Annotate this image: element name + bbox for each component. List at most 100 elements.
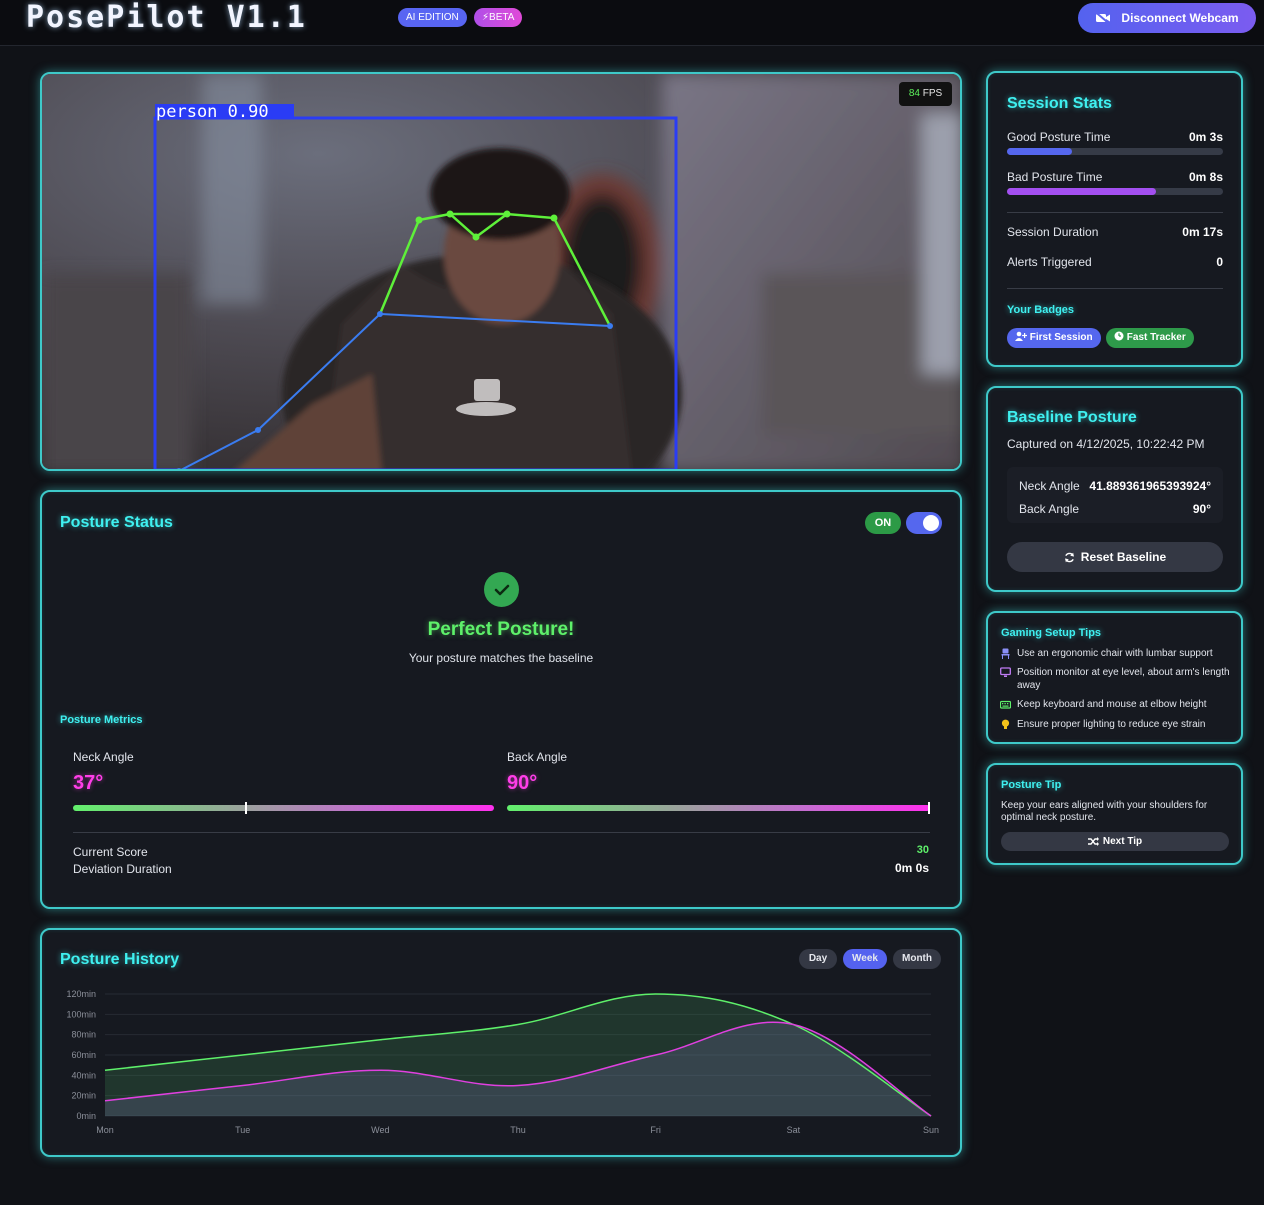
ai-edition-badge: AI EDITION	[398, 8, 467, 27]
gaming-setup-tips-panel: Gaming Setup Tips Use an ergonomic chair…	[986, 611, 1243, 744]
back-angle-bar	[507, 802, 930, 814]
x-tick-label: Mon	[96, 1125, 114, 1135]
lightbulb-icon	[1001, 719, 1010, 729]
range-month-button[interactable]: Month	[893, 949, 941, 969]
good-posture-row: Good Posture Time 0m 3s	[1007, 130, 1223, 144]
good-posture-bar	[1007, 148, 1223, 155]
detection-label: person 0.90	[156, 102, 269, 122]
keyboard-icon	[1000, 700, 1011, 709]
disconnect-webcam-button[interactable]: Disconnect Webcam	[1078, 3, 1256, 33]
neck-angle-value: 37°	[73, 772, 104, 794]
back-angle-marker	[928, 802, 930, 814]
tip-text: Position monitor at eye level, about arm…	[1017, 667, 1230, 691]
baseline-captured: Captured on 4/12/2025, 10:22:42 PM	[1007, 437, 1205, 451]
x-tick-label: Fri	[650, 1125, 661, 1135]
session-duration-label: Session Duration	[1007, 225, 1099, 239]
tips-title: Gaming Setup Tips	[1001, 627, 1102, 639]
alerts-value: 0	[1216, 255, 1223, 269]
bad-posture-value: 0m 8s	[1188, 170, 1223, 184]
stats-divider-1	[1007, 212, 1223, 213]
next-tip-label: Next Tip	[1102, 836, 1143, 847]
current-score-label: Current Score	[73, 845, 148, 859]
check-icon	[484, 572, 519, 607]
y-tick-label: 40min	[71, 1070, 96, 1080]
x-tick-label: Sun	[923, 1125, 939, 1135]
fps-unit: FPS	[922, 88, 943, 99]
baseline-neck-value: 41.889361965393924°	[1089, 479, 1211, 493]
baseline-posture-panel: Baseline Posture Captured on 4/12/2025, …	[986, 386, 1243, 592]
bad-posture-bar	[1007, 188, 1223, 195]
fps-value: 84	[908, 88, 920, 99]
posture-status-panel: Posture Status ON Perfect Posture! Your …	[40, 490, 962, 909]
badge-first-session-label: First Session	[1029, 332, 1093, 343]
range-week-button[interactable]: Week	[843, 949, 887, 969]
y-tick-label: 60min	[71, 1050, 96, 1060]
posture-tip-title: Posture Tip	[1001, 779, 1062, 791]
bad-posture-label: Bad Posture Time	[1007, 170, 1103, 184]
stopwatch-icon	[1114, 331, 1124, 341]
posture-history-panel: Posture History Day Week Month 0min 20min…	[40, 928, 962, 1157]
next-tip-button[interactable]: Next Tip	[1001, 832, 1229, 851]
good-posture-label: Good Posture Time	[1007, 130, 1111, 144]
y-tick-label: 0min	[76, 1111, 96, 1121]
posture-headline: Perfect Posture!	[427, 619, 575, 640]
user-plus-icon	[1015, 331, 1028, 341]
deviation-duration-label: Deviation Duration	[73, 862, 172, 876]
shuffle-icon	[1087, 837, 1099, 846]
y-tick-label: 20min	[71, 1091, 96, 1101]
neck-angle-marker	[244, 802, 247, 814]
badge-first-session: First Session	[1007, 328, 1101, 348]
good-posture-value: 0m 3s	[1188, 130, 1223, 144]
session-stats-title: Session Stats	[1007, 95, 1112, 112]
baseline-neck-label: Neck Angle	[1019, 479, 1080, 493]
beta-badge: ⚡BETA	[474, 8, 523, 27]
posture-tip-panel: Posture Tip Keep your ears aligned with …	[986, 763, 1243, 865]
badge-fast-tracker: Fast Tracker	[1106, 328, 1194, 348]
top-header: PosePilot V1.1 AI EDITION ⚡BETA Disconne…	[0, 0, 1264, 46]
monitor-icon	[1000, 667, 1011, 677]
baseline-back-value: 90°	[1192, 502, 1211, 516]
neck-angle-label: Neck Angle	[73, 750, 134, 764]
tip-text: Use an ergonomic chair with lumbar suppo…	[1017, 648, 1213, 659]
baseline-back-label: Back Angle	[1019, 502, 1080, 516]
posture-status-title: Posture Status	[60, 514, 173, 531]
app-logo: PosePilot V1.1	[26, 0, 307, 35]
range-day-button[interactable]: Day	[799, 949, 837, 969]
monitoring-toggle[interactable]	[906, 512, 942, 534]
tip-text: Keep keyboard and mouse at elbow height	[1017, 699, 1207, 710]
toggle-knob	[923, 515, 939, 531]
current-score-value: 30	[916, 844, 929, 856]
posture-subtext: Your posture matches the baseline	[408, 651, 594, 665]
fps-counter: 84 FPS	[899, 82, 952, 106]
alerts-label: Alerts Triggered	[1007, 255, 1092, 269]
y-tick-label: 100min	[66, 1009, 96, 1019]
metrics-divider	[73, 832, 930, 833]
x-tick-label: Wed	[371, 1125, 389, 1135]
x-tick-label: Sat	[787, 1125, 801, 1135]
stats-divider-2	[1007, 288, 1223, 289]
chair-icon	[1001, 648, 1010, 659]
reset-baseline-button[interactable]: Reset Baseline	[1007, 542, 1223, 572]
video-off-icon	[1095, 12, 1111, 24]
posture-history-title: Posture History	[60, 951, 180, 968]
back-angle-label: Back Angle	[507, 750, 568, 764]
posture-metrics-title: Posture Metrics	[60, 714, 143, 726]
x-tick-label: Thu	[510, 1125, 526, 1135]
session-stats-panel: Session Stats Good Posture Time 0m 3s Ba…	[986, 71, 1243, 367]
x-tick-label: Tue	[235, 1125, 250, 1135]
disconnect-webcam-label: Disconnect Webcam	[1121, 11, 1239, 25]
webcam-feed: person 0.90 84 FPS	[40, 72, 962, 471]
monitoring-on-badge: ON	[865, 512, 901, 534]
tip-text: Ensure proper lighting to reduce eye str…	[1017, 719, 1206, 730]
y-tick-label: 80min	[71, 1030, 96, 1040]
y-tick-label: 120min	[66, 989, 96, 999]
bad-posture-row: Bad Posture Time 0m 8s	[1007, 170, 1223, 184]
badges-title: Your Badges	[1007, 304, 1075, 316]
webcam-image: person 0.90	[42, 74, 960, 469]
session-duration-row: Session Duration 0m 17s	[1007, 225, 1223, 239]
alerts-row: Alerts Triggered 0	[1007, 255, 1223, 269]
reset-baseline-label: Reset Baseline	[1080, 550, 1167, 564]
badge-fast-tracker-label: Fast Tracker	[1126, 332, 1186, 343]
session-duration-value: 0m 17s	[1182, 225, 1223, 239]
back-angle-value: 90°	[507, 772, 538, 794]
